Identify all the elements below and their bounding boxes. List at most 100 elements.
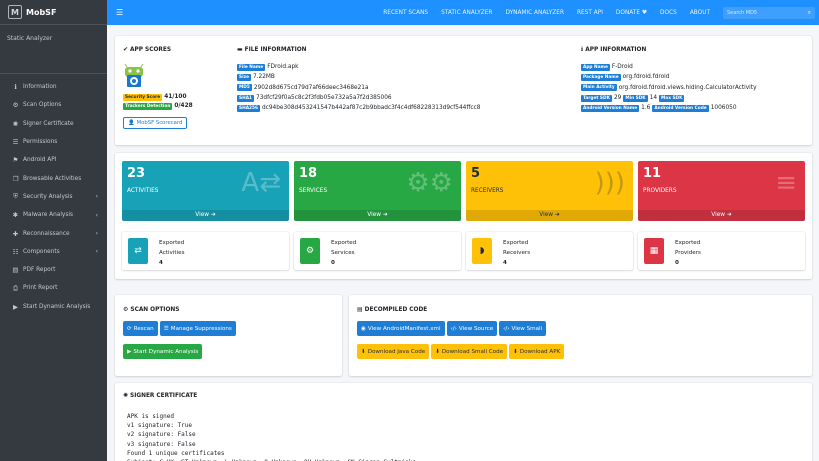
view-manifest-button[interactable]: ◉ View AndroidManifest.xml [357, 321, 445, 336]
top-nav-link[interactable]: DYNAMIC ANALYZER [505, 10, 564, 16]
sidebar-item-label: Malware Analysis [23, 212, 74, 219]
arrow-circle-icon: ➜ [554, 212, 560, 218]
top-nav-link[interactable]: ABOUT [690, 10, 710, 16]
manage-suppressions-button[interactable]: ☰ Manage Suppressions [159, 321, 236, 336]
info-icon: ℹ [581, 46, 584, 53]
signer-line: Found 1 unique certificates [127, 449, 225, 457]
top-nav-link[interactable]: REST API [577, 10, 603, 16]
check-icon: ✔ [123, 46, 129, 53]
code-icon: ‹/› [503, 325, 510, 332]
mobsf-scorecard-button[interactable]: 👤 MobSF Scorecard [123, 117, 188, 129]
arrow-circle-icon: ➜ [726, 212, 732, 218]
top-nav-link[interactable]: DOCS [660, 10, 677, 16]
view-source-label: View Source [458, 325, 494, 332]
download-smali-button[interactable]: ⬇ Download Smali Code [431, 344, 508, 359]
download-java-button[interactable]: ⬇ Download Java Code [357, 344, 430, 359]
signer-output: APK is signed v1 signature: True v2 signat… [127, 412, 416, 461]
stat-label: ACTIVITIES [127, 188, 159, 194]
search-icon[interactable]: ⌕ [808, 9, 811, 17]
sidebar-item-label: Start Dynamic Analysis [23, 303, 91, 310]
rescan-button[interactable]: ⟳ Rescan [123, 321, 158, 336]
sidebar-item-signer-certificate[interactable]: ✺ Signer Certificate [0, 115, 107, 133]
chevron-left-icon[interactable]: ‹ [96, 230, 98, 237]
stat-count: 23 [127, 166, 146, 181]
cogs-icon: ⚙⚙ [406, 168, 453, 198]
top-nav-links: RECENT SCANS STATIC ANALYZER DYNAMIC ANALY… [383, 6, 819, 19]
sidebar-item-reconnaissance[interactable]: ✚ Reconnaissance ‹ [0, 224, 107, 242]
sidebar-item-label: Scan Options [23, 102, 62, 109]
sidebar-item-print-report[interactable]: ⎙ Print Report [0, 279, 107, 297]
sidebar-item-start-dynamic-analysis[interactable]: ▶ Start Dynamic Analysis [0, 298, 107, 316]
sidebar-item-security-analysis[interactable]: ⛨ Security Analysis ‹ [0, 188, 107, 206]
file-info-row: File Name FDroid.apk [237, 62, 480, 72]
app-name-key: App Name [581, 63, 610, 71]
download-apk-label: Download APK [519, 348, 561, 355]
version-code-key: Android Version Code [652, 104, 709, 112]
clone-icon: ❐ [12, 174, 19, 183]
main-activity-key: Main Activity [581, 84, 617, 92]
stat-view-link[interactable]: View ➜ [294, 210, 461, 221]
exported-type: Providers [675, 250, 701, 256]
file-info-key: MD5 [237, 84, 252, 92]
bug-icon: ✱ [12, 211, 19, 220]
chevron-left-icon[interactable]: ‹ [96, 193, 98, 200]
sidebar-item-label: Signer Certificate [23, 120, 74, 127]
view-manifest-label: View AndroidManifest.xml [367, 325, 441, 332]
exported-type: Receivers [503, 250, 531, 256]
sidebar-item-malware-analysis[interactable]: ✱ Malware Analysis ‹ [0, 206, 107, 224]
start-dynamic-analysis-label: Start Dynamic Analysis [133, 348, 199, 355]
sidebar-heading: Static Analyzer [0, 25, 107, 74]
file-info-value: FDroid.apk [267, 64, 299, 71]
cog-icon: ⚙ [12, 101, 19, 110]
chevron-left-icon[interactable]: ‹ [96, 248, 98, 255]
info-icon: ℹ [14, 83, 17, 92]
app-scores-title-text: APP SCORES [130, 46, 171, 53]
exported-count: 4 [503, 260, 507, 266]
sidebar-item-information[interactable]: ℹ Information [0, 78, 107, 96]
start-dynamic-analysis-button[interactable]: ▶ Start Dynamic Analysis [123, 344, 203, 359]
hamburger-menu-icon[interactable]: ☰ [116, 8, 123, 17]
brand[interactable]: M MobSF [0, 0, 107, 25]
sidebar-item-scan-options[interactable]: ⚙ Scan Options [0, 96, 107, 114]
sidebar-item-components[interactable]: ☷ Components ‹ [0, 243, 107, 261]
sidebar-item-label: Permissions [23, 139, 58, 146]
min-sdk-value: 14 [649, 95, 658, 102]
view-source-button[interactable]: ‹/› View Source [446, 321, 498, 336]
stat-view-link[interactable]: View ➜ [122, 210, 289, 221]
stat-view-link[interactable]: View ➜ [638, 210, 805, 221]
stat-box-providers: 11 PROVIDERS ≡ View ➜ [638, 161, 805, 221]
file-info-value: 73dfcf29f0a5c8c2f3fdb05e732a5a7f2d385006 [256, 95, 392, 102]
exported-box-providers: ▦ Exported Providers 0 [638, 232, 805, 270]
chevron-left-icon[interactable]: ‹ [96, 212, 98, 219]
exported-label: Exported [503, 240, 529, 246]
top-nav-link[interactable]: STATIC ANALYZER [441, 10, 492, 16]
top-nav-link[interactable]: DONATE ♥ [616, 10, 647, 16]
sidebar-item-android-api[interactable]: ⚑ Android API [0, 151, 107, 169]
view-smali-button[interactable]: ‹/› View Smali [499, 321, 547, 336]
top-nav-link[interactable]: RECENT SCANS [383, 10, 428, 16]
signer-title-text: SIGNER CERTIFICATE [130, 392, 198, 399]
stat-box-receivers: 5 RECEIVERS))) View ➜ [466, 161, 633, 221]
eye-icon: ◉ [361, 325, 366, 332]
download-apk-button[interactable]: ⬇ Download APK [509, 344, 565, 359]
exported-label: Exported [331, 240, 357, 246]
stat-view-label: View [195, 212, 210, 218]
app-scores-title: ✔ APP SCORES [123, 46, 171, 53]
target-sdk-key: Target SDK [581, 94, 612, 102]
stat-box-services: 18 SERVICES ⚙⚙ View ➜ [294, 161, 461, 221]
exported-label: Exported [675, 240, 701, 246]
download-java-label: Download Java Code [367, 348, 426, 355]
stat-label: PROVIDERS [643, 188, 677, 194]
search-input[interactable] [727, 9, 797, 16]
sidebar-item-pdf-report[interactable]: ▤ PDF Report [0, 261, 107, 279]
file-info-row: SHA256 dc94be308d453241547b442af87c2b9bba… [237, 103, 480, 113]
file-info-key: SHA1 [237, 94, 255, 102]
arrow-circle-icon: ➜ [210, 212, 216, 218]
exported-box-services: ⚙ Exported Services 0 [294, 232, 461, 270]
stat-view-link[interactable]: View ➜ [466, 210, 633, 221]
sidebar-item-permissions[interactable]: ☰ Permissions [0, 133, 107, 151]
sidebar-item-browsable-activities[interactable]: ❐ Browsable Activities [0, 169, 107, 187]
file-info-rows: File Name FDroid.apk Size 7.22MB MD5 2902d8d6… [237, 62, 480, 113]
code-icon: ‹/› [450, 325, 457, 332]
brand-name: MobSF [26, 7, 57, 17]
